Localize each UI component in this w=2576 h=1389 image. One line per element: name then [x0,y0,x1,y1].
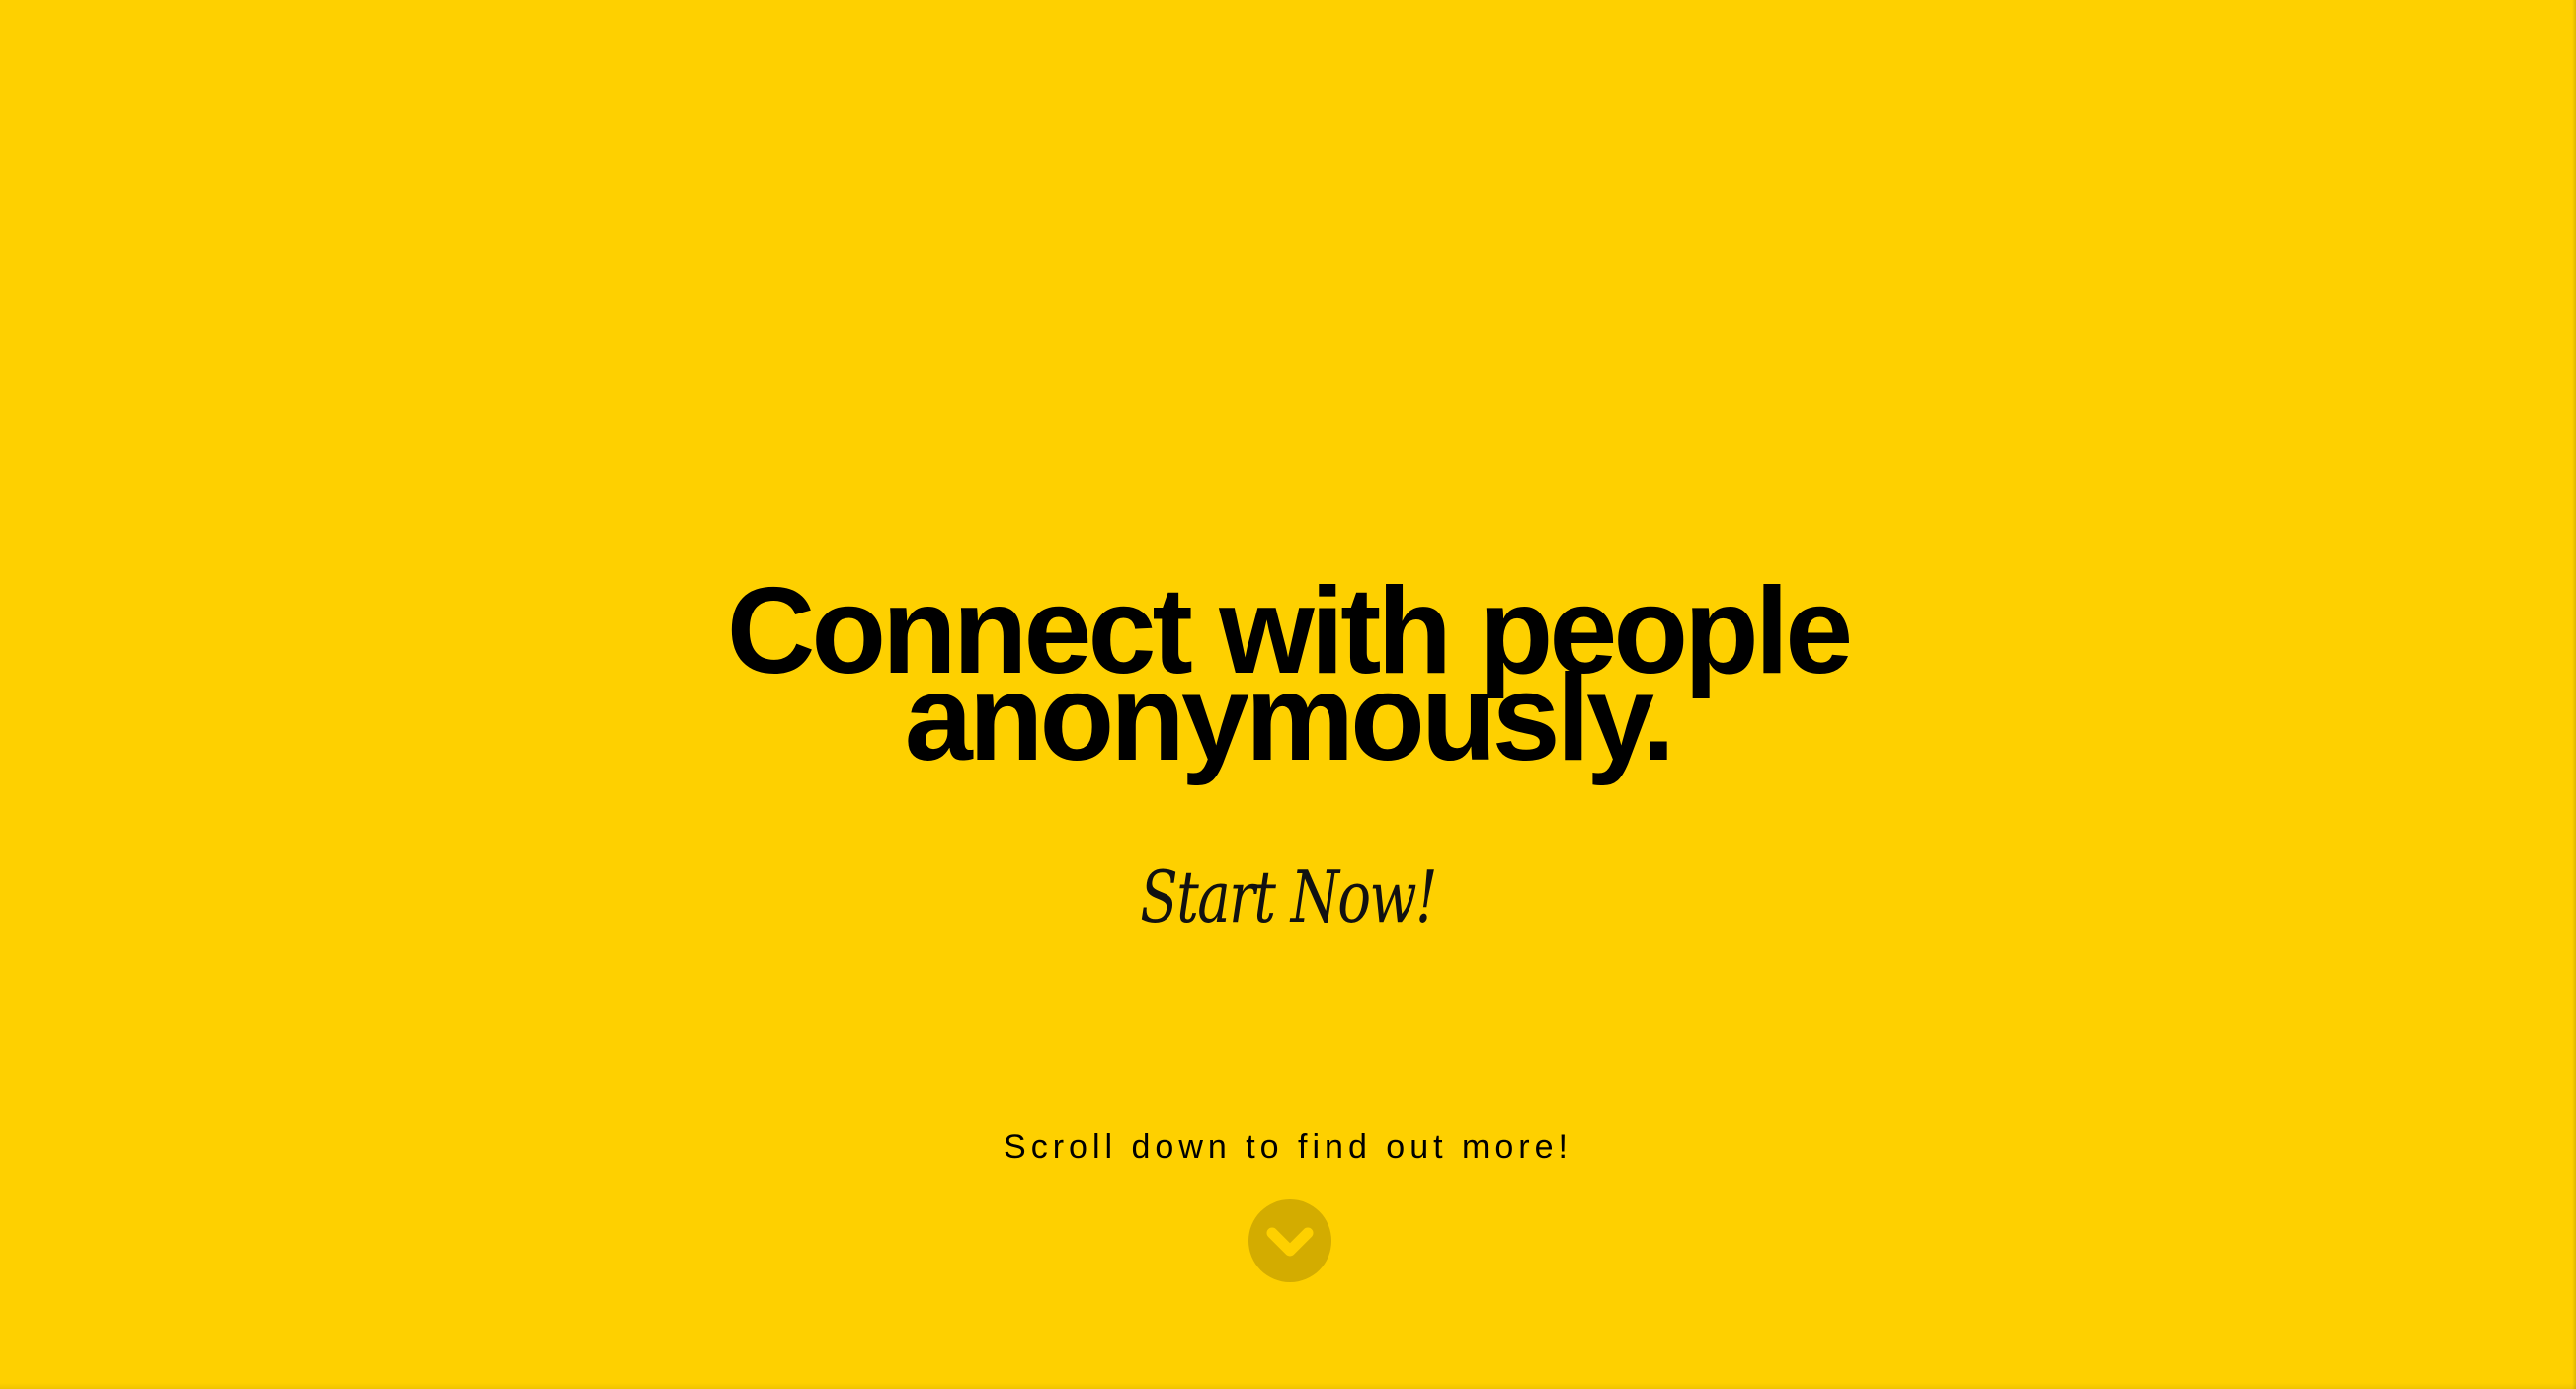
right-edge-shadow [2572,0,2576,1389]
page-headline: Connect with people anonymously. [0,570,2576,786]
headline-line-2: anonymously. [904,650,1676,786]
chevron-down-icon [1266,1227,1314,1257]
hero-section: Connect with people anonymously. [0,570,2576,786]
start-now-link[interactable]: Start Now! [1140,850,1437,944]
bottom-edge-shadow [0,1383,2576,1389]
scroll-hint-text: Scroll down to find out more! [1004,1128,1572,1166]
cta-section: Start Now! [0,850,2576,944]
landing-page: Connect with people anonymously. Start N… [0,0,2576,1389]
scroll-down-button[interactable] [1248,1199,1331,1282]
